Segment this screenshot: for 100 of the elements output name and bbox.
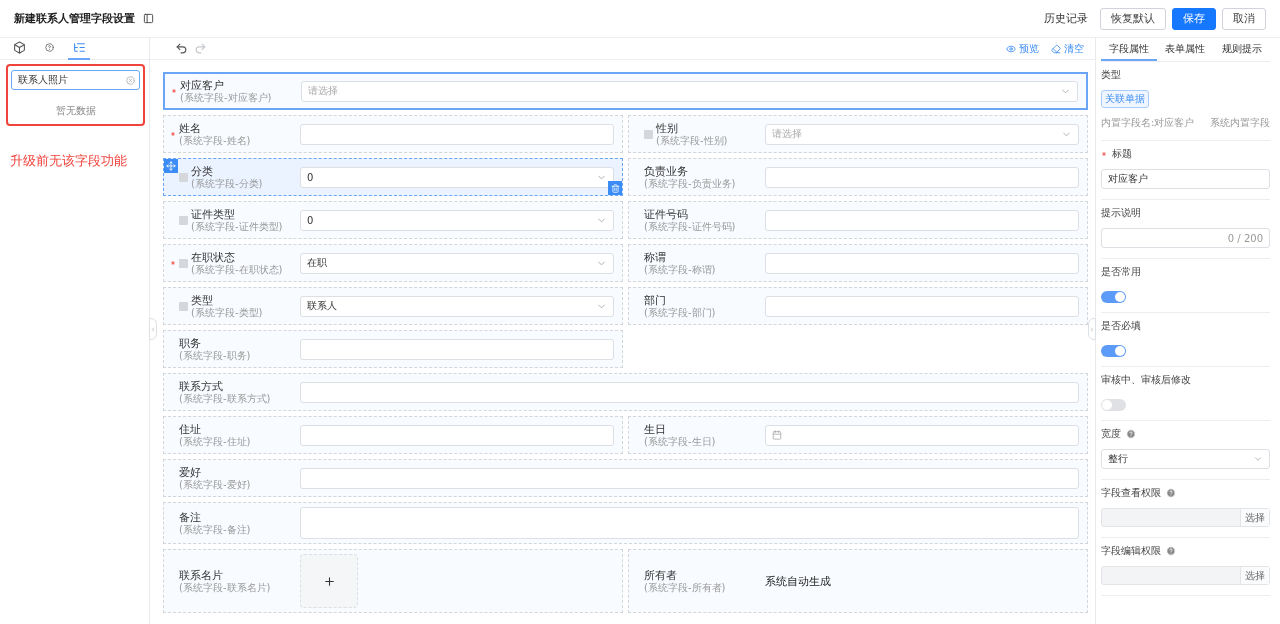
toggle-switch[interactable]: [1101, 291, 1126, 303]
input-field[interactable]: [765, 252, 1079, 274]
form-field-card[interactable]: 姓名 (系统字段-姓名): [163, 115, 623, 153]
checkbox[interactable]: [179, 301, 188, 311]
form-field-card[interactable]: 备注 (系统字段-备注): [163, 502, 1088, 544]
empty-text: 暂无数据: [55, 104, 96, 118]
delete-button[interactable]: [608, 181, 622, 195]
form-field-card[interactable]: 生日 (系统字段-生日): [628, 416, 1088, 454]
input-field[interactable]: [300, 381, 1079, 403]
form-field-card[interactable]: 爱好 (系统字段-爱好): [163, 459, 1088, 497]
toggle-switch[interactable]: [1101, 399, 1126, 411]
select-field[interactable]: 0: [300, 209, 614, 231]
header-button[interactable]: 保存: [1172, 7, 1216, 30]
textarea-field[interactable]: [300, 507, 1079, 539]
form-field-card[interactable]: 住址 (系统字段-住址): [163, 416, 623, 454]
input-field[interactable]: [300, 424, 614, 446]
field-label: 对应客户: [180, 79, 225, 92]
field-label: 所有者: [644, 569, 677, 582]
property-tab[interactable]: 规则提示: [1213, 38, 1270, 61]
form-field-card[interactable]: 类型 (系统字段-类型) 联系人: [163, 287, 623, 325]
form-field-card[interactable]: 部门 (系统字段-部门): [628, 287, 1088, 325]
input-field[interactable]: [765, 166, 1079, 188]
field-sublabel: (系统字段-类型): [191, 306, 263, 318]
form-field-card[interactable]: 分类 (系统字段-分类) 0: [163, 158, 623, 196]
field-sublabel: (系统字段-联系方式): [179, 392, 271, 404]
checkbox[interactable]: [644, 129, 653, 139]
permission-field[interactable]: 选择: [1101, 566, 1270, 585]
form-field-card[interactable]: 称谓 (系统字段-称谓): [628, 244, 1088, 282]
property-label: 字段编辑权限: [1101, 544, 1161, 558]
move-icon: [166, 161, 176, 171]
property-label: 类型: [1101, 68, 1121, 82]
checkbox[interactable]: [179, 215, 188, 225]
checkbox[interactable]: [179, 258, 188, 268]
field-label: 爱好: [179, 466, 202, 479]
form-field-card[interactable]: 负责业务 (系统字段-负责业务): [628, 158, 1088, 196]
select-field[interactable]: 联系人: [300, 295, 614, 317]
collapse-handle[interactable]: [1088, 318, 1096, 340]
toggle-switch[interactable]: [1101, 345, 1126, 357]
select-button[interactable]: 选择: [1240, 567, 1269, 584]
select-field[interactable]: 0: [300, 166, 614, 188]
property-label: 标题: [1112, 147, 1132, 161]
select-field[interactable]: 在职: [300, 252, 614, 274]
plus-icon: [322, 574, 336, 588]
eye-icon: [1006, 43, 1016, 54]
header-button[interactable]: 恢复默认: [1100, 7, 1166, 30]
trash-icon: [610, 183, 620, 193]
input-field[interactable]: [300, 338, 614, 360]
field-sublabel: (系统字段-生日): [644, 435, 716, 447]
property-tab[interactable]: 表单属性: [1157, 38, 1214, 61]
clear-icon[interactable]: [126, 75, 135, 85]
field-label: 职务: [179, 337, 202, 350]
help-icon: [44, 43, 54, 52]
upload-button[interactable]: [300, 554, 358, 608]
chevron-left-icon: [150, 325, 156, 333]
form-field-card[interactable]: 职务 (系统字段-职务): [163, 330, 623, 368]
field-name-text: 内置字段名:对应客户: [1101, 116, 1195, 130]
permission-field[interactable]: 选择: [1101, 508, 1270, 527]
input-field[interactable]: [765, 209, 1079, 231]
select-button[interactable]: 选择: [1240, 509, 1269, 526]
chevron-right-icon: [1089, 325, 1095, 333]
input-field[interactable]: [300, 467, 1079, 489]
field-label: 在职状态: [191, 251, 236, 264]
property-label: 宽度: [1101, 427, 1121, 441]
title-input[interactable]: 对应客户: [1101, 169, 1270, 189]
input-field[interactable]: [300, 123, 614, 145]
field-sublabel: (系统字段-爱好): [179, 478, 251, 490]
property-tab[interactable]: 字段属性: [1101, 38, 1158, 61]
checkbox[interactable]: [179, 172, 188, 182]
form-field-card[interactable]: 证件类型 (系统字段-证件类型) 0: [163, 201, 623, 239]
clear-button[interactable]: 清空: [1048, 41, 1087, 56]
search-field[interactable]: 联系人照片: [11, 70, 140, 90]
preview-button[interactable]: 预览: [1003, 41, 1042, 56]
field-label: 联系方式: [179, 380, 224, 393]
form-field-card[interactable]: 性别 (系统字段-性别) 请选择: [628, 115, 1088, 153]
field-sublabel: (系统字段-性别): [656, 134, 728, 146]
form-field-card[interactable]: 在职状态 (系统字段-在职状态) 在职: [163, 244, 623, 282]
input-field[interactable]: [765, 295, 1079, 317]
property-label: 是否常用: [1101, 265, 1141, 279]
date-field[interactable]: [765, 424, 1079, 446]
form-field-card[interactable]: 联系名片 (系统字段-联系名片): [163, 549, 623, 613]
history-link[interactable]: 历史记录: [1038, 7, 1094, 30]
field-label: 生日: [644, 423, 667, 436]
form-field-card[interactable]: 联系方式 (系统字段-联系方式): [163, 373, 1088, 411]
form-field-card[interactable]: 证件号码 (系统字段-证件号码): [628, 201, 1088, 239]
field-label: 称谓: [644, 251, 667, 264]
field-sublabel: (系统字段-联系名片): [179, 581, 271, 593]
calendar-icon: [772, 430, 782, 440]
width-select[interactable]: 整行: [1101, 449, 1270, 469]
property-label: 是否必填: [1101, 319, 1141, 333]
layout-icon[interactable]: [143, 13, 154, 24]
header-button[interactable]: 取消: [1222, 7, 1266, 30]
form-field-card[interactable]: 所有者 (系统字段-所有者) 系统自动生成: [628, 549, 1088, 613]
field-label: 部门: [644, 294, 667, 307]
collapse-handle[interactable]: [149, 318, 157, 340]
field-sublabel: (系统字段-证件类型): [191, 220, 283, 232]
property-label: 提示说明: [1101, 206, 1141, 220]
field-sublabel: (系统字段-在职状态): [191, 263, 283, 275]
form-field-card[interactable]: 对应客户 (系统字段-对应客户) 请选择: [163, 72, 1088, 110]
move-handle[interactable]: [164, 159, 178, 173]
field-label: 姓名: [179, 122, 202, 135]
